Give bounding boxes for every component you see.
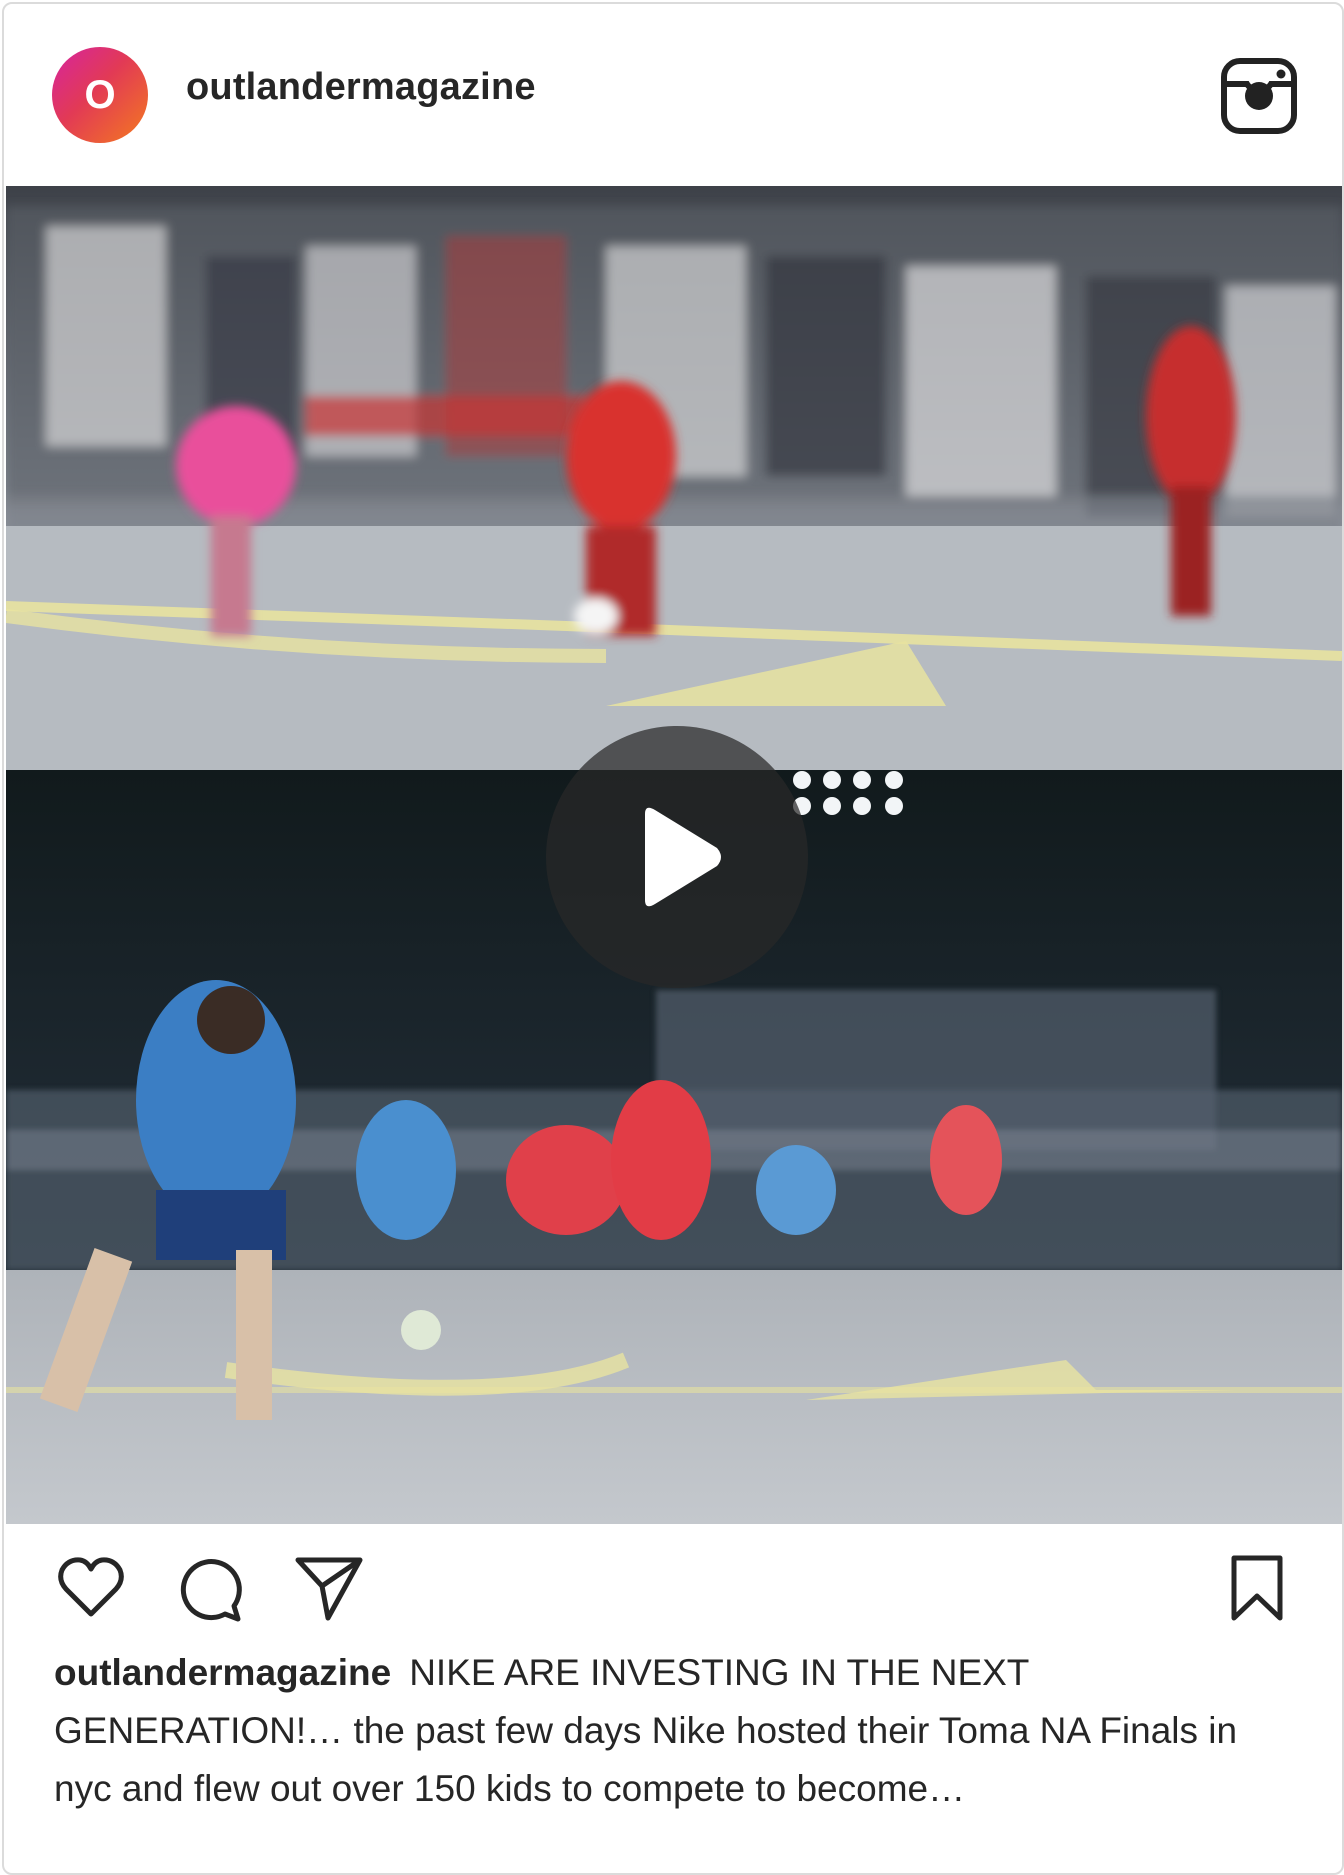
- post-video[interactable]: [6, 186, 1342, 1524]
- video-frame-top: [6, 186, 1342, 770]
- post-username[interactable]: outlandermagazine: [186, 66, 536, 109]
- avatar-letter: O: [84, 72, 116, 117]
- action-bar: [4, 1524, 1342, 1654]
- paper-plane-icon[interactable]: [294, 1554, 364, 1624]
- post-caption: outlandermagazine NIKE ARE INVESTING IN T…: [54, 1644, 1274, 1818]
- post-header: O outlandermagazine: [4, 4, 1342, 184]
- heart-icon[interactable]: [56, 1554, 126, 1624]
- avatar[interactable]: O: [52, 47, 148, 143]
- bookmark-icon[interactable]: [1222, 1554, 1292, 1624]
- play-icon: [645, 807, 721, 907]
- caption-username[interactable]: outlandermagazine: [54, 1652, 391, 1693]
- instagram-icon[interactable]: [1221, 58, 1297, 134]
- comment-icon[interactable]: [176, 1554, 246, 1624]
- play-button[interactable]: [546, 726, 808, 988]
- instagram-post-card: O outlandermagazine outlandermagazine NI…: [2, 2, 1344, 1875]
